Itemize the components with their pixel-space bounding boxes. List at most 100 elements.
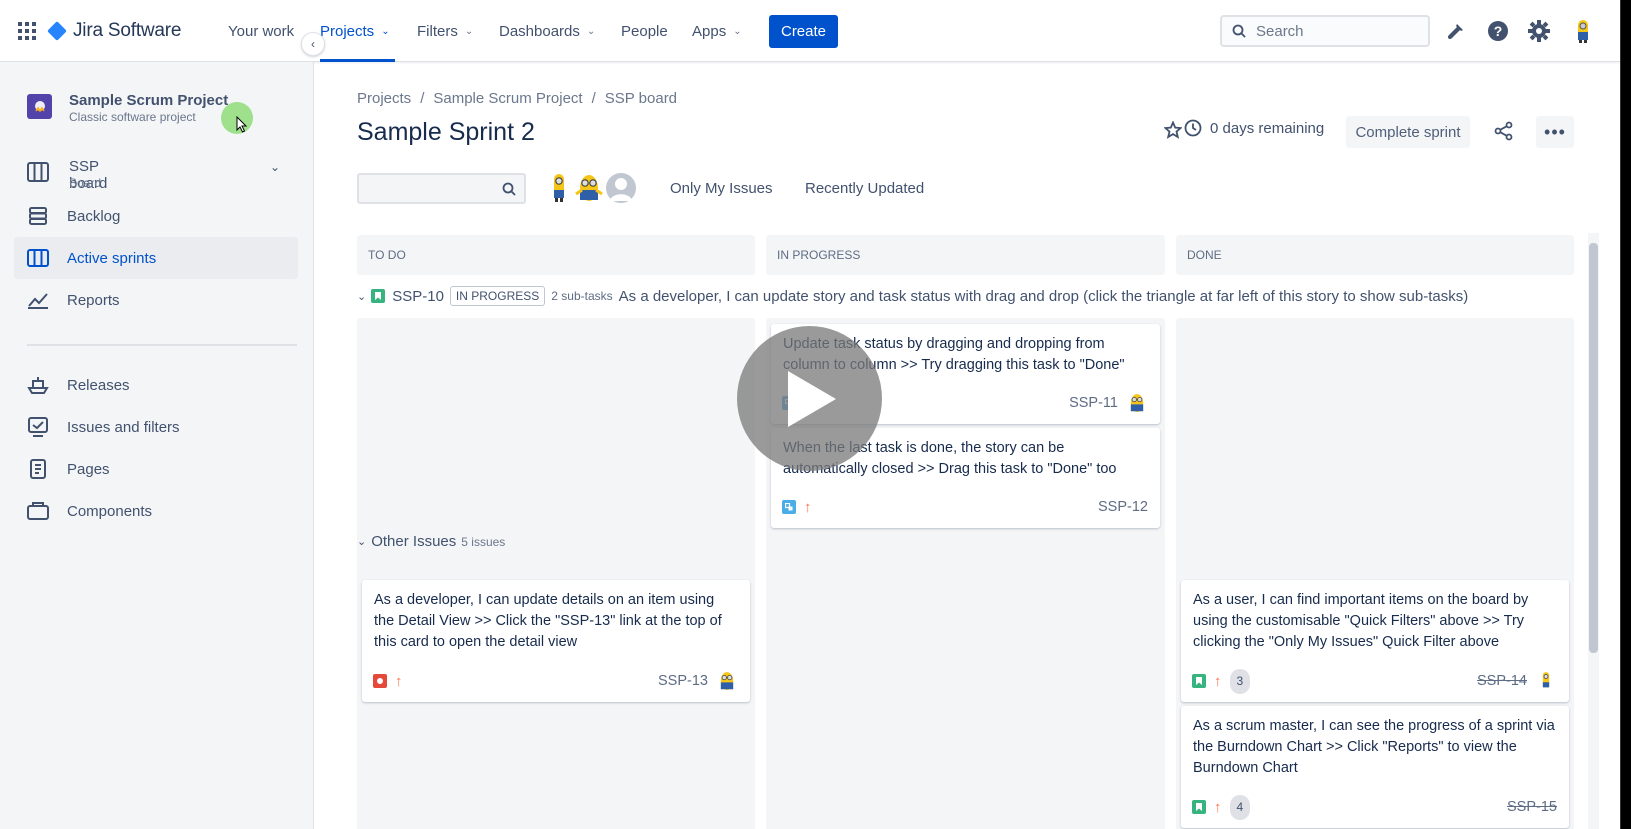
profile-avatar[interactable] <box>1570 18 1596 44</box>
sidebar-item-releases[interactable]: Releases <box>14 364 298 406</box>
assignee-avatar-minion <box>1126 392 1148 414</box>
nav-projects[interactable]: Projects ⌄ <box>320 0 395 62</box>
more-actions-button[interactable]: ••• <box>1536 116 1574 148</box>
sidebar-item-issues-and-filters[interactable]: Issues and filters <box>14 406 298 448</box>
chevron-down-icon[interactable]: ⌄ <box>357 290 366 303</box>
column-header-done: DONE <box>1176 235 1574 275</box>
star-icon[interactable] <box>1164 121 1182 139</box>
svg-text:?: ? <box>1494 23 1503 39</box>
sidebar-item-pages[interactable]: Pages <box>14 448 298 490</box>
card-key[interactable]: SSP-11 <box>1069 393 1118 414</box>
sidebar-item-reports[interactable]: Reports <box>14 279 298 321</box>
nav-people[interactable]: People <box>621 0 668 62</box>
story-type-icon <box>1192 800 1206 814</box>
help-icon[interactable]: ? <box>1485 18 1511 44</box>
priority-arrow-up-icon: ↑ <box>395 672 403 690</box>
card-summary: As a scrum master, I can see the progres… <box>1193 718 1555 776</box>
card-key[interactable]: SSP-14 <box>1477 671 1527 692</box>
nav-filters[interactable]: Filters ⌄ <box>417 0 473 62</box>
notifications-icon[interactable] <box>1442 18 1468 44</box>
column-header-todo: TO DO <box>357 235 755 275</box>
priority-arrow-up-icon: ↑ <box>1214 672 1222 690</box>
issue-card-ssp-13[interactable]: As a developer, I can update details on … <box>362 580 750 702</box>
nav-apps[interactable]: Apps ⌄ <box>692 0 742 62</box>
swimlane-header-ssp-10[interactable]: ⌄ SSP-10 IN PROGRESS 2 sub-tasks As a de… <box>357 284 1468 308</box>
board-search-input[interactable] <box>357 173 526 204</box>
swimlane-key[interactable]: SSP-10 <box>392 288 444 305</box>
issues-filter-icon <box>27 416 49 438</box>
sidebar-item-label: Components <box>67 502 153 520</box>
create-button[interactable]: Create <box>769 15 838 48</box>
clock-icon <box>1184 119 1202 137</box>
nav-your-work[interactable]: Your work <box>228 0 294 62</box>
global-search-input[interactable]: Search <box>1220 15 1430 47</box>
breadcrumb-separator: / <box>591 90 596 107</box>
cell-in-progress-other <box>766 574 1165 829</box>
card-footer: ↑ SSP-13 <box>373 670 738 692</box>
assignee-avatar-minion <box>1535 670 1557 692</box>
project-type: Classic software project <box>69 110 196 124</box>
sidebar-item-label: Backlog <box>67 207 121 225</box>
sidebar-item-backlog[interactable]: Backlog <box>14 195 298 237</box>
nav-label: People <box>621 22 668 40</box>
backlog-icon <box>27 205 49 227</box>
chevron-down-icon[interactable]: ⌄ <box>357 535 366 548</box>
issue-card-ssp-15[interactable]: As a scrum master, I can see the progres… <box>1181 706 1569 828</box>
card-key[interactable]: SSP-12 <box>1098 497 1148 518</box>
board-icon <box>27 162 49 182</box>
bug-type-icon <box>373 674 387 688</box>
app-switcher-icon[interactable] <box>18 0 42 62</box>
sidebar-item-label: Pages <box>67 460 110 478</box>
releases-ship-icon <box>27 374 49 396</box>
sidebar-item-label: Releases <box>67 376 130 394</box>
nav-dashboards[interactable]: Dashboards ⌄ <box>499 0 595 62</box>
collapse-sidebar-button[interactable]: ‹ <box>301 32 325 56</box>
sidebar-item-components[interactable]: Components <box>14 490 298 532</box>
nav-label: Apps <box>692 22 727 40</box>
search-icon <box>502 182 516 196</box>
sidebar-item-label: Reports <box>67 291 120 309</box>
logo-text: Jira Software <box>73 20 182 41</box>
breadcrumb-board[interactable]: SSP board <box>605 90 677 107</box>
project-avatar-icon[interactable] <box>27 94 52 119</box>
cell-todo-ssp-10 <box>357 318 755 596</box>
user-avatar-minion-2[interactable] <box>572 171 606 205</box>
story-icon <box>371 289 386 303</box>
play-icon <box>787 370 836 427</box>
sidebar-item-active-sprints[interactable]: Active sprints <box>14 237 298 279</box>
chevron-down-icon: ⌄ <box>464 25 474 37</box>
board-scrollbar[interactable] <box>1588 233 1599 829</box>
other-issues-count: 5 issues <box>461 534 506 549</box>
mouse-pointer-icon <box>236 116 248 133</box>
breadcrumb-projects[interactable]: Projects <box>357 90 411 107</box>
complete-sprint-button[interactable]: Complete sprint <box>1346 116 1470 148</box>
user-avatar-default[interactable] <box>604 171 638 205</box>
chevron-left-icon: ‹ <box>311 37 315 51</box>
jira-logo[interactable]: Jira Software <box>47 0 182 62</box>
days-remaining-text: 0 days remaining <box>1210 119 1325 137</box>
scrollbar-thumb[interactable] <box>1589 243 1598 653</box>
search-placeholder: Search <box>1256 22 1304 40</box>
swimlane-header-other-issues[interactable]: ⌄ Other Issues 5 issues <box>357 533 505 550</box>
sprint-time-remaining: 0 days remaining <box>1184 119 1324 137</box>
card-footer: ↑ 4 SSP-15 <box>1192 794 1557 820</box>
search-icon <box>1232 24 1246 38</box>
sidebar-item-label: Issues and filters <box>67 418 180 436</box>
board-columns-icon <box>27 247 49 269</box>
video-play-button[interactable] <box>737 326 882 471</box>
share-icon[interactable] <box>1494 121 1514 141</box>
breadcrumb-project[interactable]: Sample Scrum Project <box>433 90 582 107</box>
quick-filter-recently-updated[interactable]: Recently Updated <box>805 175 924 201</box>
project-name[interactable]: Sample Scrum Project <box>69 92 228 109</box>
top-navigation: Jira Software Your work Projects ⌄ Filter… <box>0 0 1620 62</box>
card-key[interactable]: SSP-15 <box>1507 797 1557 818</box>
quick-filter-only-my-issues[interactable]: Only My Issues <box>670 175 773 201</box>
user-avatar-minion-1[interactable] <box>542 171 576 205</box>
card-key[interactable]: SSP-13 <box>658 671 708 692</box>
breadcrumb-separator: / <box>420 90 425 107</box>
issue-card-ssp-14[interactable]: As a user, I can find important items on… <box>1181 580 1569 702</box>
nav-label: Your work <box>228 22 295 40</box>
priority-arrow-up-icon: ↑ <box>1214 798 1222 816</box>
swimlane-summary: As a developer, I can update story and t… <box>618 287 1469 305</box>
settings-gear-icon[interactable] <box>1526 18 1552 44</box>
